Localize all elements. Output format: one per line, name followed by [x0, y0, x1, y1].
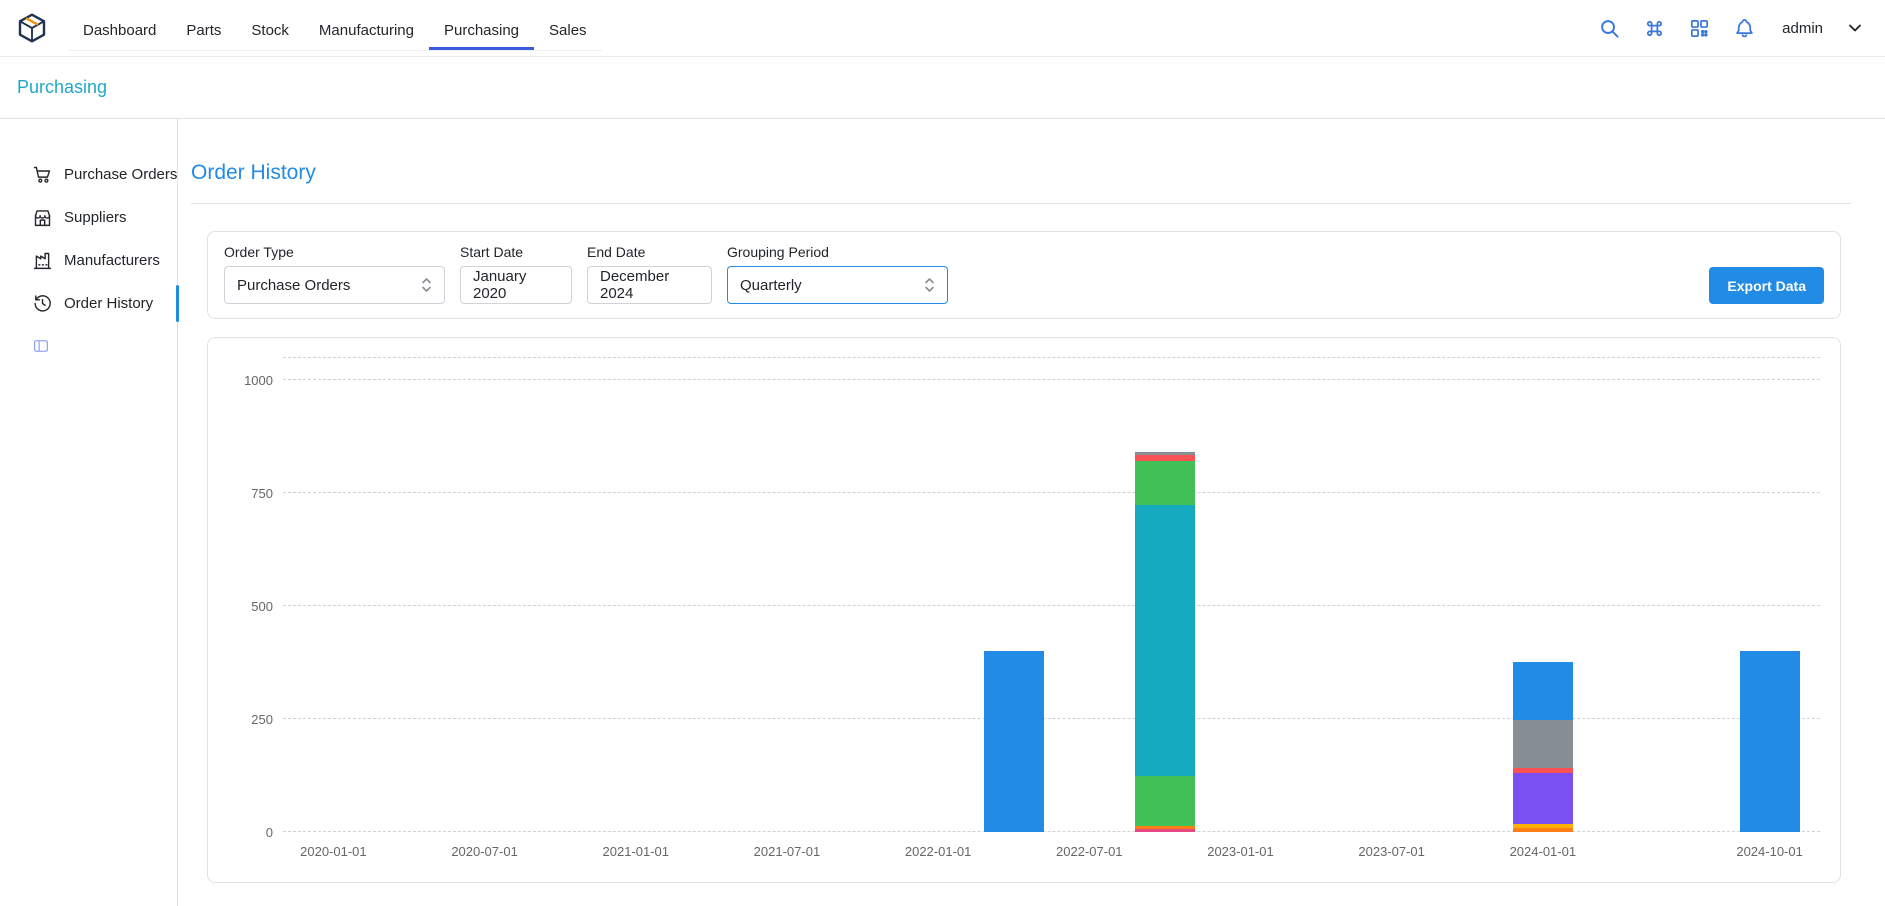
- bar-2022-04-01: [984, 651, 1044, 832]
- filter-panel: Order Type Purchase Orders Start Date Ja…: [207, 231, 1841, 319]
- y-axis-label: 0: [266, 825, 273, 840]
- panel-icon[interactable]: [32, 337, 50, 355]
- page-title: Order History: [191, 161, 1851, 185]
- sidebar-item-label: Order History: [64, 295, 153, 312]
- start-date-filter: Start Date January 2020: [460, 244, 572, 304]
- main-nav-tabs: DashboardPartsStockManufacturingPurchasi…: [68, 11, 602, 51]
- sidebar-item-manufacturers[interactable]: Manufacturers: [0, 239, 177, 282]
- order-type-select[interactable]: Purchase Orders: [224, 266, 445, 304]
- bar-2022-10-01: [1135, 452, 1195, 832]
- history-icon: [32, 293, 53, 314]
- sidebar-item-label: Suppliers: [64, 209, 127, 226]
- chevron-down-icon[interactable]: [1845, 18, 1865, 38]
- bar-segment: [1740, 651, 1800, 832]
- x-axis-label: 2020-01-01: [300, 844, 367, 859]
- notification-bell-icon[interactable]: [1733, 17, 1756, 40]
- sidebar: Purchase Orders Suppliers Manufacturers Ord…: [0, 119, 178, 906]
- x-axis-label: 2022-07-01: [1056, 844, 1123, 859]
- sidebar-item-suppliers[interactable]: Suppliers: [0, 196, 177, 239]
- bar-segment: [1513, 720, 1573, 768]
- bar-2024-01-01: [1513, 662, 1573, 832]
- tab-purchasing[interactable]: Purchasing: [429, 11, 534, 50]
- x-axis-label: 2020-07-01: [451, 844, 518, 859]
- breadcrumb: Purchasing: [0, 57, 1885, 119]
- order-history-chart: 025050075010002020-01-012020-07-012021-0…: [283, 357, 1820, 832]
- sidebar-item-label: Manufacturers: [64, 252, 160, 269]
- order-type-value: Purchase Orders: [237, 277, 350, 294]
- gridline: [283, 492, 1820, 493]
- username-label[interactable]: admin: [1782, 20, 1823, 37]
- end-date-filter: End Date December 2024: [587, 244, 712, 304]
- bar-segment: [1135, 461, 1195, 505]
- selector-icon: [924, 276, 935, 294]
- bar-segment: [984, 651, 1044, 832]
- factory-icon: [32, 250, 53, 271]
- bar-segment: [1135, 829, 1195, 832]
- bar-segment: [1513, 773, 1573, 824]
- title-divider: [191, 203, 1851, 204]
- tab-stock[interactable]: Stock: [236, 11, 304, 50]
- x-axis-label: 2021-01-01: [603, 844, 670, 859]
- order-type-label: Order Type: [224, 244, 445, 260]
- top-header: DashboardPartsStockManufacturingPurchasi…: [0, 0, 1885, 57]
- start-date-input[interactable]: January 2020: [460, 266, 572, 304]
- apps-grid-icon[interactable]: [1688, 17, 1711, 40]
- selector-icon: [421, 276, 432, 294]
- order-type-filter: Order Type Purchase Orders: [224, 244, 445, 304]
- bar-segment: [1513, 662, 1573, 720]
- header-icon-group: [1598, 17, 1756, 40]
- x-axis-label: 2021-07-01: [754, 844, 821, 859]
- start-date-label: Start Date: [460, 244, 572, 260]
- grouping-period-select[interactable]: Quarterly: [727, 266, 948, 304]
- tab-dashboard[interactable]: Dashboard: [68, 11, 171, 50]
- header-actions: admin: [1598, 17, 1865, 40]
- sidebar-item-label: Purchase Orders: [64, 166, 177, 183]
- end-date-label: End Date: [587, 244, 712, 260]
- x-axis-label: 2022-01-01: [905, 844, 972, 859]
- x-axis-label: 2023-01-01: [1207, 844, 1274, 859]
- command-icon[interactable]: [1643, 17, 1666, 40]
- end-date-input[interactable]: December 2024: [587, 266, 712, 304]
- chart-card: 0 250 500 750 1000 2020-01-01 2020-07-01 2021-0…: [207, 337, 1841, 883]
- gridline: [283, 831, 1820, 832]
- inventree-logo[interactable]: [16, 12, 48, 44]
- x-axis-label: 2024-01-01: [1510, 844, 1577, 859]
- grouping-period-label: Grouping Period: [727, 244, 948, 260]
- breadcrumb-purchasing-link[interactable]: Purchasing: [17, 77, 107, 98]
- sidebar-item-order-history[interactable]: Order History: [0, 282, 177, 325]
- bar-segment: [1513, 828, 1573, 832]
- y-axis-label: 250: [251, 712, 273, 727]
- grouping-period-value: Quarterly: [740, 277, 802, 294]
- search-icon[interactable]: [1598, 17, 1621, 40]
- main-content: Order History Order Type Purchase Orders…: [178, 119, 1885, 906]
- x-axis-label: 2023-07-01: [1358, 844, 1425, 859]
- y-axis-label: 750: [251, 486, 273, 501]
- export-data-button[interactable]: Export Data: [1709, 267, 1824, 304]
- y-axis-label: 500: [251, 599, 273, 614]
- gridline: [283, 379, 1820, 380]
- tab-parts[interactable]: Parts: [171, 11, 236, 50]
- bar-segment: [1135, 776, 1195, 826]
- bar-segment: [1135, 505, 1195, 776]
- y-axis-label: 1000: [244, 373, 273, 388]
- x-axis-label: 2024-10-01: [1736, 844, 1803, 859]
- bar-2024-10-01: [1740, 651, 1800, 832]
- store-icon: [32, 207, 53, 228]
- grouping-period-filter: Grouping Period Quarterly: [727, 244, 948, 304]
- tab-sales[interactable]: Sales: [534, 11, 602, 50]
- gridline: [283, 718, 1820, 719]
- cart-icon: [32, 164, 53, 185]
- gridline: [283, 605, 1820, 606]
- tab-manufacturing[interactable]: Manufacturing: [304, 11, 429, 50]
- sidebar-item-purchase-orders[interactable]: Purchase Orders: [0, 153, 177, 196]
- gridline: [283, 357, 1820, 358]
